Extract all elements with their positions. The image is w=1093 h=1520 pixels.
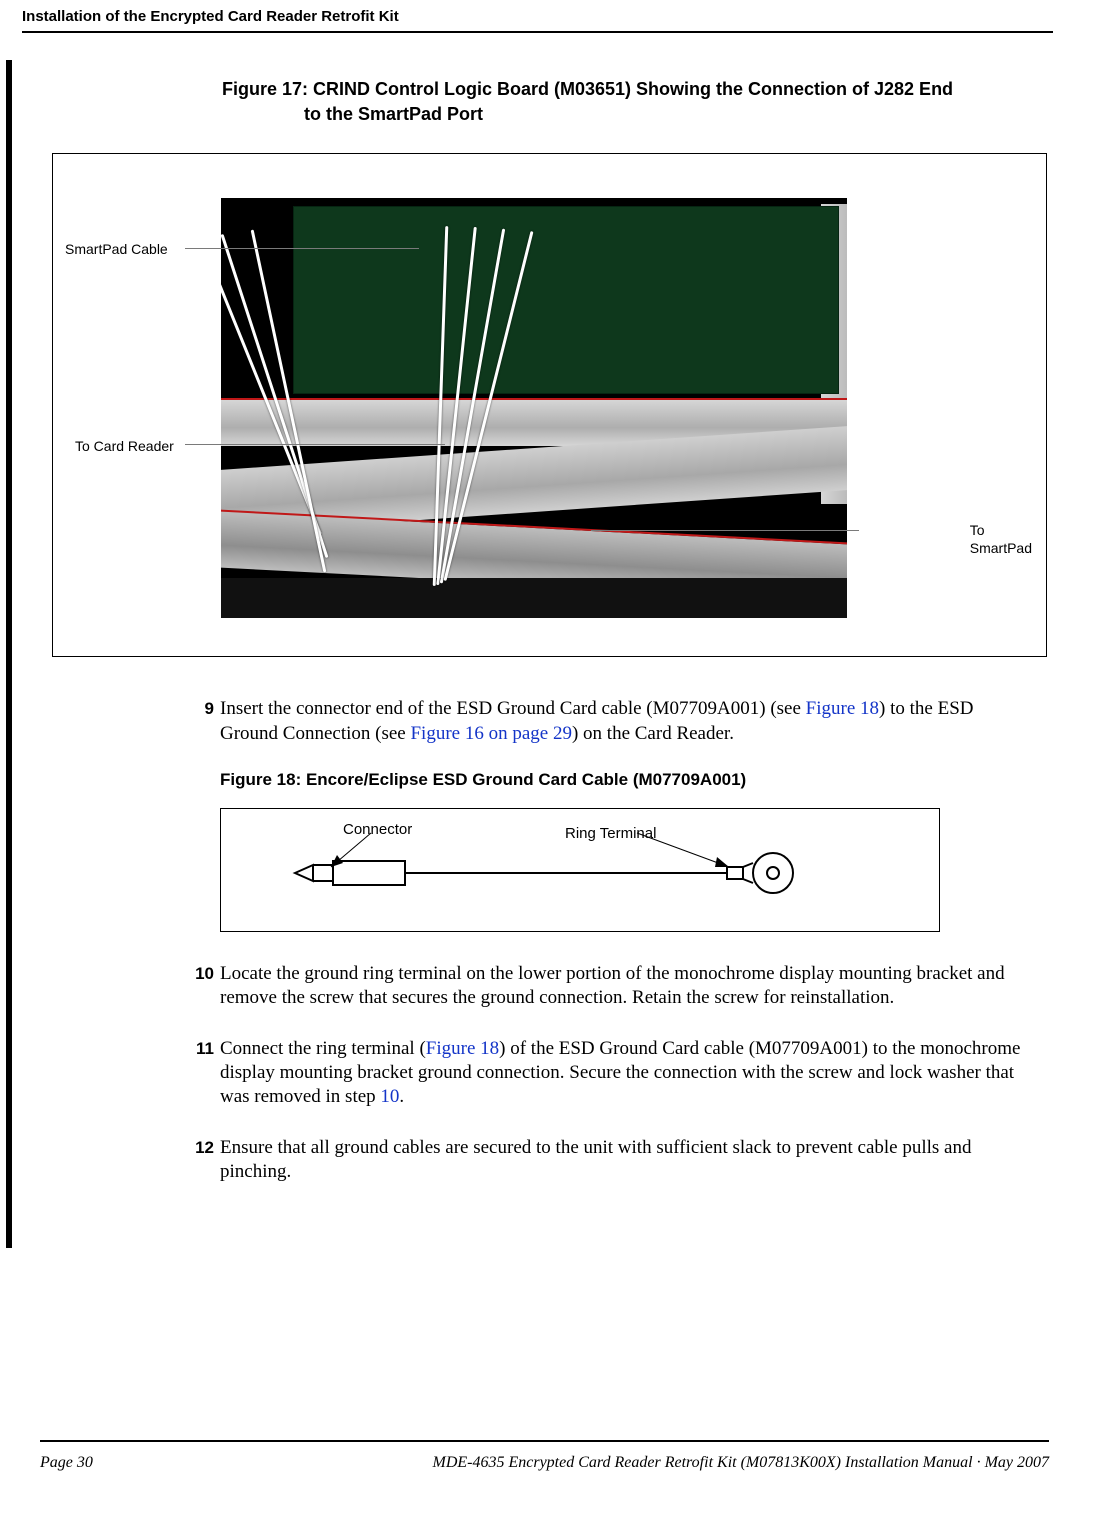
left-margin-marker (6, 60, 12, 1248)
step-number: 11 (184, 1037, 220, 1110)
figure-17-caption: Figure 17: CRIND Control Logic Board (M0… (220, 77, 1025, 127)
page-footer: Page 30 MDE-4635 Encrypted Card Reader R… (40, 1440, 1049, 1472)
figure-17-caption-line1: Figure 17: CRIND Control Logic Board (M0… (222, 77, 985, 102)
cable-diagram (287, 827, 817, 907)
callout-to-smartpad: To SmartPad (970, 522, 1032, 557)
step-body: Ensure that all ground cables are secure… (220, 1136, 1025, 1185)
section-header: Installation of the Encrypted Card Reade… (22, 8, 1053, 33)
figure-18-caption: Figure 18: Encore/Eclipse ESD Ground Car… (220, 770, 1025, 790)
footer-doc-title: MDE-4635 Encrypted Card Reader Retrofit … (432, 1454, 1049, 1472)
text: . (399, 1086, 404, 1107)
crossref-link[interactable]: Figure 16 on page 29 (410, 723, 571, 744)
step-11: 11 Connect the ring terminal (Figure 18)… (220, 1037, 1025, 1110)
step-number: 9 (184, 697, 220, 746)
step-body: Connect the ring terminal (Figure 18) of… (220, 1037, 1025, 1110)
figure-17-frame: SmartPad Cable To Card Reader To SmartPa… (52, 153, 1047, 657)
callout-to-smartpad-line2: SmartPad (970, 540, 1032, 558)
crossref-link[interactable]: Figure 18 (426, 1038, 499, 1059)
callout-line (185, 444, 445, 445)
figure-18-frame: Connector Ring Terminal (220, 808, 940, 932)
text: Insert the connector end of the ESD Grou… (220, 698, 806, 719)
figure-17-photo (221, 198, 847, 618)
text: ) on the Card Reader. (572, 723, 734, 744)
step-9: 9 Insert the connector end of the ESD Gr… (220, 697, 1025, 746)
crossref-link[interactable]: 10 (380, 1086, 399, 1107)
step-10: 10 Locate the ground ring terminal on th… (220, 962, 1025, 1011)
step-number: 10 (184, 962, 220, 1011)
callout-to-smartpad-line1: To (970, 522, 1032, 540)
text: Connect the ring terminal ( (220, 1038, 426, 1059)
callout-smartpad-cable: SmartPad Cable (65, 241, 168, 257)
step-body: Insert the connector end of the ESD Grou… (220, 697, 1025, 746)
page-number: Page 30 (40, 1454, 93, 1472)
step-12: 12 Ensure that all ground cables are sec… (220, 1136, 1025, 1185)
crossref-link[interactable]: Figure 18 (806, 698, 879, 719)
callout-line (591, 530, 859, 531)
callout-to-card-reader: To Card Reader (75, 438, 174, 454)
figure-17-caption-line2: to the SmartPad Port (304, 102, 985, 127)
callout-line (185, 248, 419, 249)
step-body: Locate the ground ring terminal on the l… (220, 962, 1025, 1011)
step-number: 12 (184, 1136, 220, 1185)
